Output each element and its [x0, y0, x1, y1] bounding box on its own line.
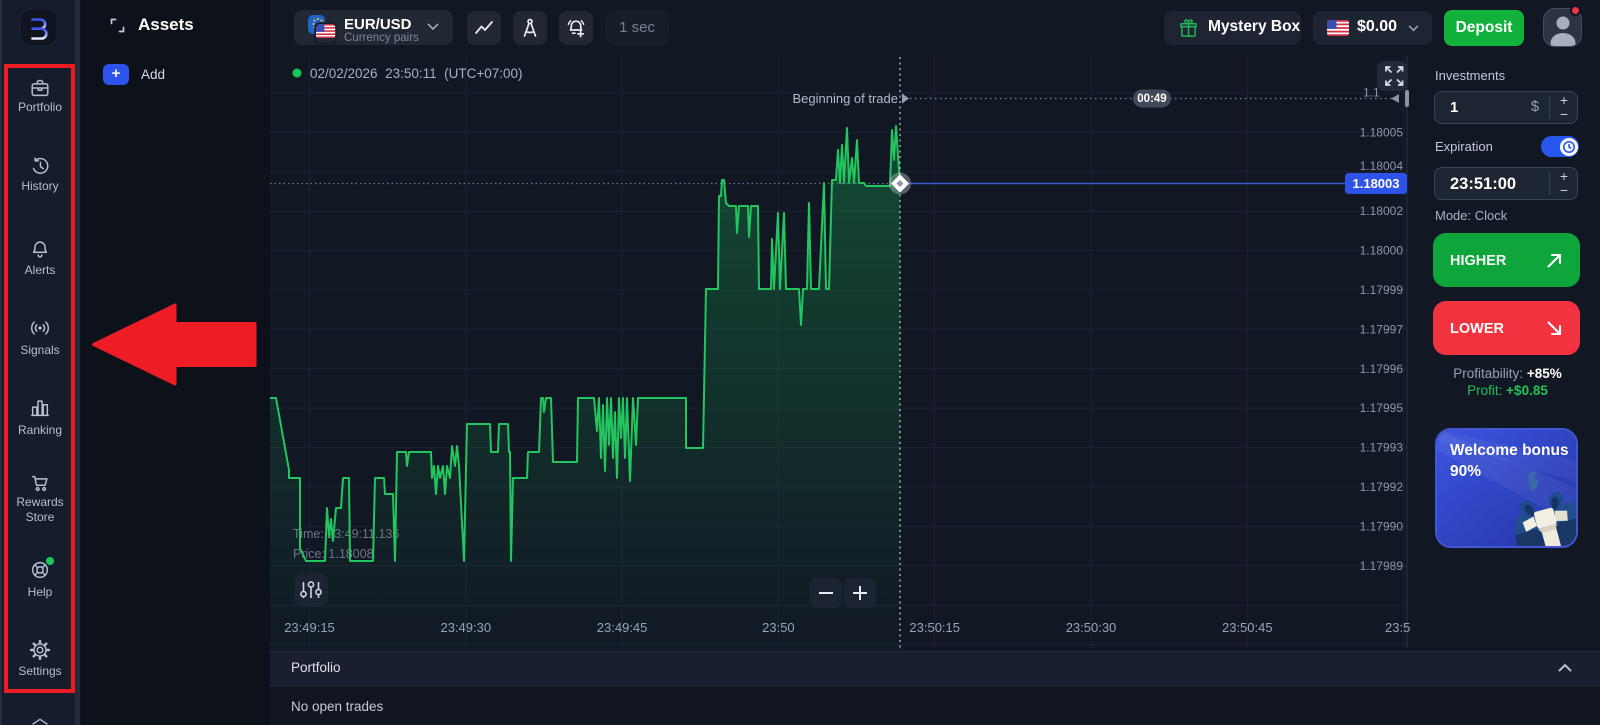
- svg-text:Beginning of trade: Beginning of trade: [792, 91, 898, 106]
- svg-text:1.17993: 1.17993: [1360, 441, 1404, 455]
- svg-text:1.18002: 1.18002: [1360, 204, 1404, 218]
- svg-text:1.18003: 1.18003: [1353, 176, 1400, 191]
- svg-text:1.1: 1.1: [1363, 86, 1380, 100]
- svg-text:23:5: 23:5: [1385, 620, 1410, 635]
- svg-text:1.18000: 1.18000: [1360, 244, 1404, 258]
- svg-text:1.17990: 1.17990: [1360, 519, 1404, 533]
- svg-text:1.17995: 1.17995: [1360, 401, 1404, 415]
- svg-text:00:49: 00:49: [1137, 93, 1166, 105]
- svg-text:1.18004: 1.18004: [1360, 159, 1404, 173]
- svg-text:1.17996: 1.17996: [1360, 362, 1404, 376]
- svg-text:02/02/2026 23:50:11 (UTC+07:: 02/02/2026 23:50:11 (UTC+07:00): [310, 66, 523, 81]
- svg-text:1.17997: 1.17997: [1360, 322, 1404, 336]
- svg-text:1.18005: 1.18005: [1360, 125, 1404, 139]
- svg-text:23:50:15: 23:50:15: [909, 620, 960, 635]
- svg-text:1.17999: 1.17999: [1360, 283, 1404, 297]
- svg-text:1.17992: 1.17992: [1360, 480, 1404, 494]
- svg-text:23:50:45: 23:50:45: [1222, 620, 1273, 635]
- svg-text:23:50:30: 23:50:30: [1066, 620, 1117, 635]
- svg-text:1.17989: 1.17989: [1360, 559, 1404, 573]
